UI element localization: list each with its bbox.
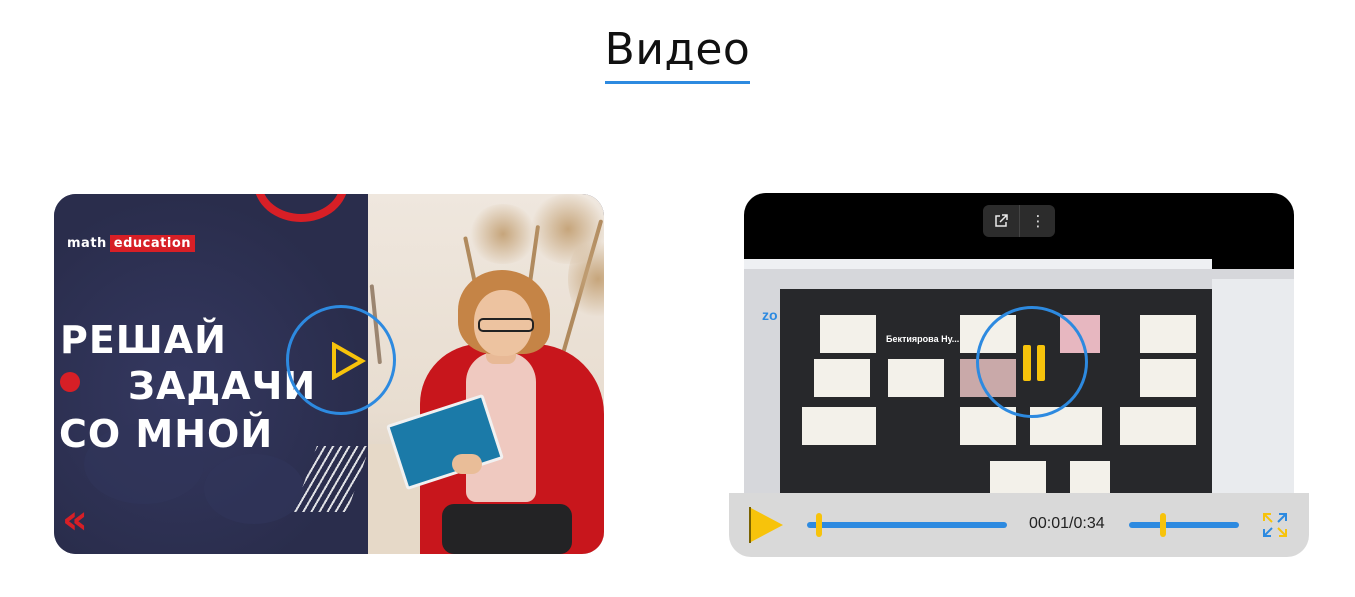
section-header: Видео (0, 24, 1355, 84)
window-side-panel (1212, 279, 1294, 493)
play-outline-icon[interactable] (330, 342, 366, 380)
pause-icon-bar (1037, 345, 1045, 381)
more-vertical-icon[interactable]: ⋮ (1020, 205, 1056, 237)
time-display: 00:01/0:34 (1029, 515, 1105, 532)
brand-prefix: math (67, 236, 107, 251)
headline-line-3: СО МНОЙ (59, 412, 274, 456)
decor-ring (254, 194, 348, 222)
hand (452, 454, 482, 474)
participant-tile (802, 407, 876, 445)
zoom-logo: zo (762, 307, 778, 323)
progress-track[interactable] (807, 522, 1007, 528)
progress-thumb[interactable] (816, 513, 822, 537)
brand-tag: education (109, 235, 196, 252)
video-card-1[interactable]: math education РЕШАЙ ЗАДАЧИ СО МНОЙ « (54, 194, 604, 554)
headline-line-1: РЕШАЙ (60, 318, 227, 362)
double-chevron-icon: « (62, 497, 88, 543)
volume-track[interactable] (1129, 522, 1239, 528)
section-title: Видео (604, 24, 751, 84)
player-controls: 00:01/0:34 (729, 493, 1309, 557)
participant-tile (990, 461, 1046, 493)
video-player-2[interactable]: ⋮ zo Бектиярова Ну... (744, 193, 1294, 493)
volume-thumb[interactable] (1160, 513, 1167, 537)
window-titlebar (744, 259, 1212, 269)
map-silhouette (204, 454, 304, 524)
bullet-dot (60, 372, 80, 392)
teacher-photo (368, 194, 604, 554)
glasses (478, 318, 534, 332)
play-icon-edge (749, 507, 751, 543)
participant-tile (1140, 315, 1196, 353)
open-external-icon[interactable] (983, 205, 1019, 237)
participant-tile (820, 315, 876, 353)
speaker-name: Бектиярова Ну... (886, 334, 960, 344)
brand-logo: math education (67, 235, 196, 252)
pause-button[interactable] (976, 306, 1088, 418)
participant-tile (1070, 461, 1110, 493)
fullscreen-icon[interactable] (1261, 511, 1289, 539)
pants (442, 504, 572, 554)
participant-tile (1120, 407, 1196, 445)
participant-tile (1140, 359, 1196, 397)
pause-icon (1023, 345, 1031, 381)
stripes-decor (294, 446, 370, 512)
participant-tile (814, 359, 870, 397)
play-icon[interactable] (749, 507, 783, 543)
video-overlay-toolbar: ⋮ (983, 205, 1055, 237)
participant-tile (888, 359, 944, 397)
